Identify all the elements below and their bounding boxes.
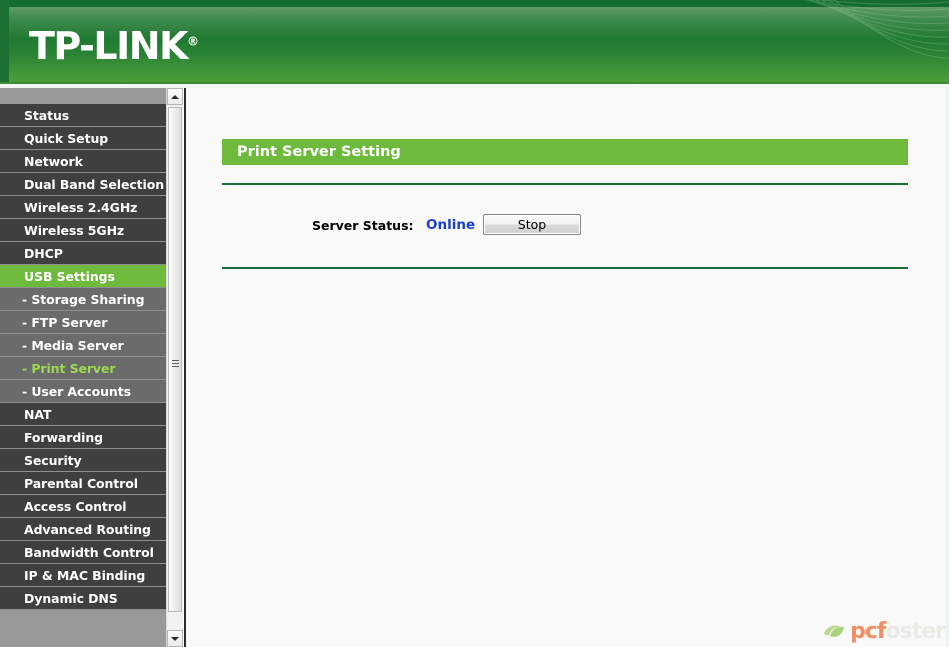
sidebar-item-advanced-routing[interactable]: Advanced Routing — [0, 518, 166, 541]
scrollbar-down-button[interactable] — [167, 630, 183, 647]
watermark-text-primary: pcf — [850, 619, 886, 644]
scrollbar-up-button[interactable] — [167, 88, 183, 105]
site-header: TP-LINK® — [0, 0, 949, 88]
leaf-icon — [824, 625, 845, 637]
logo-text: TP-LINK — [29, 24, 188, 68]
sidebar-item-ip-mac-binding[interactable]: IP & MAC Binding — [0, 564, 166, 587]
sidebar-item-network[interactable]: Network — [0, 150, 166, 173]
sidebar-item-nat[interactable]: NAT — [0, 403, 166, 426]
sidebar-item-storage-sharing[interactable]: - Storage Sharing — [0, 288, 166, 311]
sidebar-item-access-control[interactable]: Access Control — [0, 495, 166, 518]
sidebar-item-usb-settings[interactable]: USB Settings — [0, 265, 166, 288]
triangle-up-icon — [171, 94, 179, 99]
sidebar-item-media-server[interactable]: - Media Server — [0, 334, 166, 357]
sidebar-item-security[interactable]: Security — [0, 449, 166, 472]
logo-registered-mark: ® — [186, 34, 199, 49]
sidebar-item-status[interactable]: Status — [0, 104, 166, 127]
sidebar-menu-list: Status Quick Setup Network Dual Band Select… — [0, 104, 166, 610]
stop-button[interactable]: Stop — [483, 214, 581, 235]
sidebar-top-gutter — [0, 88, 166, 104]
sidebar-item-dhcp[interactable]: DHCP — [0, 242, 166, 265]
sidebar-item-bandwidth-control[interactable]: Bandwidth Control — [0, 541, 166, 564]
sidebar-item-wireless-2-4ghz[interactable]: Wireless 2.4GHz — [0, 196, 166, 219]
sidebar-item-forwarding[interactable]: Forwarding — [0, 426, 166, 449]
tplink-logo: TP-LINK® — [29, 27, 199, 65]
sidebar-item-quick-setup[interactable]: Quick Setup — [0, 127, 166, 150]
header-swoosh-decoration — [609, 0, 949, 60]
sidebar-item-dual-band-selection[interactable]: Dual Band Selection — [0, 173, 166, 196]
watermark-text: pcfoster — [850, 619, 946, 644]
pcfoster-watermark: pcfoster — [823, 619, 946, 645]
header-bottom-spacer — [0, 84, 949, 88]
sidebar-item-user-accounts[interactable]: - User Accounts — [0, 380, 166, 403]
sidebar-item-parental-control[interactable]: Parental Control — [0, 472, 166, 495]
watermark-text-secondary: oster — [885, 619, 946, 644]
divider-top — [222, 183, 908, 185]
server-status-value: Online — [426, 217, 476, 233]
divider-bottom — [222, 267, 908, 269]
sidebar-item-ftp-server[interactable]: - FTP Server — [0, 311, 166, 334]
scrollbar-grip-icon — [172, 360, 179, 367]
sidebar-item-print-server[interactable]: - Print Server — [0, 357, 166, 380]
sidebar-item-dynamic-dns[interactable]: Dynamic DNS — [0, 587, 166, 610]
sidebar-item-wireless-5ghz[interactable]: Wireless 5GHz — [0, 219, 166, 242]
page-title: Print Server Setting — [222, 139, 908, 165]
triangle-down-icon — [171, 636, 179, 641]
main-content-area: Print Server Setting Server Status: Onli… — [184, 88, 949, 647]
header-left-edge — [0, 0, 9, 88]
sidebar-scrollbar[interactable] — [166, 88, 183, 647]
sidebar-navigation: Status Quick Setup Network Dual Band Select… — [0, 88, 166, 647]
server-status-label: Server Status: — [312, 218, 414, 233]
server-status-row: Server Status: Online Stop — [222, 214, 908, 242]
scrollbar-thumb[interactable] — [168, 107, 182, 612]
